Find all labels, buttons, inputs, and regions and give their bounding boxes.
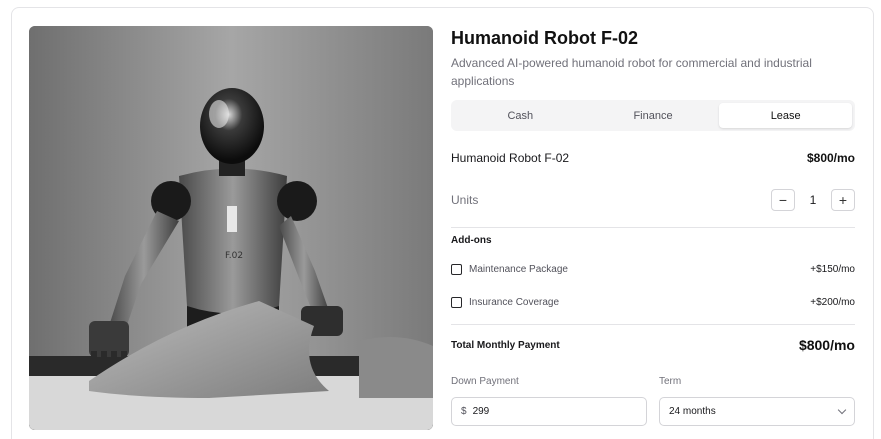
maintenance-checkbox[interactable] — [451, 263, 462, 275]
addon-price: +$150/mo — [810, 263, 855, 275]
total-label: Total Monthly Payment — [451, 339, 560, 351]
currency-prefix: $ — [461, 406, 467, 417]
robot-chest-text: F.02 — [225, 251, 243, 261]
tab-cash[interactable]: Cash — [454, 103, 587, 128]
divider — [451, 227, 855, 228]
chevron-down-icon — [837, 405, 847, 415]
down-payment-input[interactable]: $ 299 — [451, 397, 647, 426]
increment-button[interactable]: + — [831, 189, 855, 211]
line-item-price: $800/mo — [806, 151, 855, 165]
tab-lease[interactable]: Lease — [719, 103, 853, 128]
decrement-button[interactable]: − — [771, 189, 795, 211]
product-details: Humanoid Robot F-02 Advanced AI-powered … — [451, 26, 855, 90]
addon-label: Insurance Coverage — [469, 296, 560, 308]
term-select[interactable]: 24 months — [659, 397, 855, 426]
units-label: Units — [451, 193, 479, 207]
addon-row-insurance: Insurance Coverage +$200/mo — [451, 294, 855, 310]
payment-tabs: Cash Finance Lease — [451, 100, 855, 131]
term-value: 24 months — [669, 406, 716, 417]
insurance-checkbox[interactable] — [451, 296, 462, 308]
down-payment-value: 299 — [472, 406, 490, 417]
quantity-stepper: − 1 + — [771, 189, 855, 211]
units-row: Units − 1 + — [451, 188, 855, 212]
product-image: F.02 — [29, 26, 433, 430]
divider — [451, 324, 855, 325]
addon-price: +$200/mo — [810, 296, 855, 308]
units-value: 1 — [809, 193, 817, 207]
line-item-name: Humanoid Robot F-02 — [451, 151, 570, 165]
product-subtitle: Advanced AI-powered humanoid robot for c… — [451, 56, 812, 88]
addons-heading: Add-ons — [451, 235, 492, 246]
addon-label: Maintenance Package — [469, 263, 568, 275]
total-value: $800/mo — [798, 337, 855, 353]
addon-row-maintenance: Maintenance Package +$150/mo — [451, 261, 855, 277]
total-row: Total Monthly Payment $800/mo — [451, 335, 855, 355]
line-item-row: Humanoid Robot F-02 $800/mo — [451, 149, 855, 167]
term-label: Term — [659, 376, 682, 387]
down-payment-label: Down Payment — [451, 376, 519, 387]
tab-finance[interactable]: Finance — [587, 103, 720, 128]
product-title: Humanoid Robot F-02 — [451, 28, 638, 48]
